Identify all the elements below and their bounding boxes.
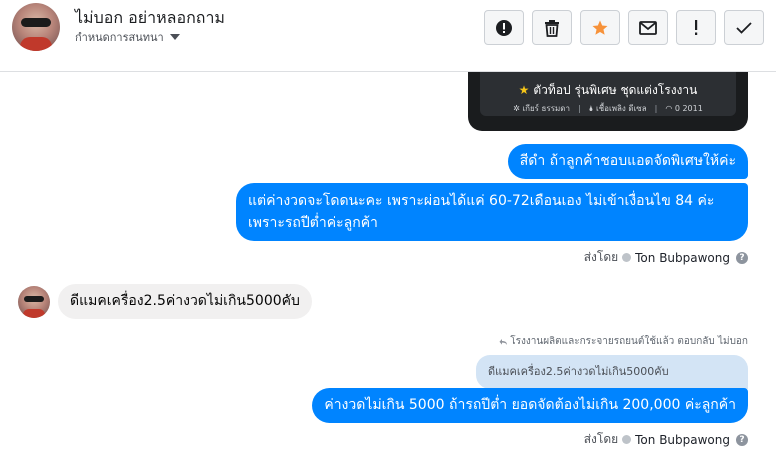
car-listing-banner: ★ ตัวท็อป รุ่นพิเศษ ชุดแต่งโรงงาน ✲ เกียร…: [480, 72, 736, 116]
conversation-options-dropdown[interactable]: กำหนดการสนทนา: [75, 28, 180, 46]
checkmark-icon: [736, 21, 752, 34]
sent-by-indicator: ส่งโดย Ton Bubpawong ?: [584, 430, 748, 449]
car-specs: ✲ เกียร์ ธรรมดา | 🌢 เชื้อเพลิง ดีเซล | ◠ 0 2…: [513, 104, 703, 113]
sender-page-icon: [622, 435, 632, 444]
outgoing-message[interactable]: สีดำ ถ้าลูกค้าชอบแอดจัดพิเศษให้ค่ะ: [507, 144, 748, 179]
star-icon: [592, 20, 608, 35]
sender-page-icon: [622, 253, 632, 262]
message-thread[interactable]: ★ ตัวท็อป รุ่นพิเศษ ชุดแต่งโรงงาน ✲ เกียร…: [0, 72, 776, 467]
contact-avatar-small[interactable]: [18, 286, 50, 318]
reply-indicator-text: โรงงานผลิตและกระจายรถยนต์ใช้แล้ว ตอบกลับ…: [510, 336, 748, 347]
exclamation-icon: [695, 19, 698, 35]
trash-icon: [545, 19, 559, 37]
reply-arrow-icon: [499, 338, 508, 345]
action-toolbar: [484, 10, 764, 45]
mark-done-button[interactable]: [724, 10, 764, 45]
conversation-options-label: กำหนดการสนทนา: [75, 31, 164, 44]
incoming-message[interactable]: ดีแมคเครื่อง2.5ค่างวดไม่เกิน5000คับ: [58, 284, 312, 319]
envelope-icon: [639, 20, 657, 35]
car-tagline: ★ ตัวท็อป รุ่นพิเศษ ชุดแต่งโรงงาน: [518, 83, 698, 97]
car-fuel: 🌢 เชื้อเพลิง ดีเซล: [588, 104, 647, 113]
star-icon: ★: [518, 83, 530, 97]
delete-button[interactable]: [532, 10, 572, 45]
sent-by-indicator: ส่งโดย Ton Bubpawong ?: [584, 248, 748, 267]
sent-by-label: ส่งโดย: [583, 250, 619, 264]
car-gear: ✲ เกียร์ ธรรมดา: [513, 104, 570, 113]
exclamation-circle-icon: [496, 19, 512, 36]
outgoing-message[interactable]: ค่างวดไม่เกิน 5000 ถ้ารถปีต่ำ ยอดจัดต้อง…: [312, 388, 748, 423]
question-icon[interactable]: ?: [736, 251, 748, 264]
caret-down-icon: [169, 34, 180, 40]
sender-name[interactable]: Ton Bubpawong: [635, 251, 730, 265]
star-button[interactable]: [580, 10, 620, 45]
sender-name[interactable]: Ton Bubpawong: [635, 433, 730, 447]
car-mileage: ◠ 0 2011: [665, 104, 703, 113]
question-icon[interactable]: ?: [736, 433, 748, 446]
mark-spam-button[interactable]: [484, 10, 524, 45]
outgoing-message[interactable]: แต่ค่างวดจะโดดนะคะ เพราะผ่อนได้แค่ 60-72…: [236, 183, 748, 241]
report-button[interactable]: [676, 10, 716, 45]
quoted-message[interactable]: ดีแมคเครื่อง2.5ค่างวดไม่เกิน5000คับ: [476, 355, 748, 389]
reply-indicator: โรงงานผลิตและกระจายรถยนต์ใช้แล้ว ตอบกลับ…: [499, 334, 748, 349]
conversation-header: ไม่บอก อย่าหลอกถาม กำหนดการสนทนา: [0, 0, 776, 72]
sent-by-label: ส่งโดย: [583, 432, 619, 446]
mark-unread-button[interactable]: [628, 10, 668, 45]
car-image-attachment[interactable]: ★ ตัวท็อป รุ่นพิเศษ ชุดแต่งโรงงาน ✲ เกียร…: [468, 72, 748, 131]
contact-avatar[interactable]: [12, 3, 60, 51]
